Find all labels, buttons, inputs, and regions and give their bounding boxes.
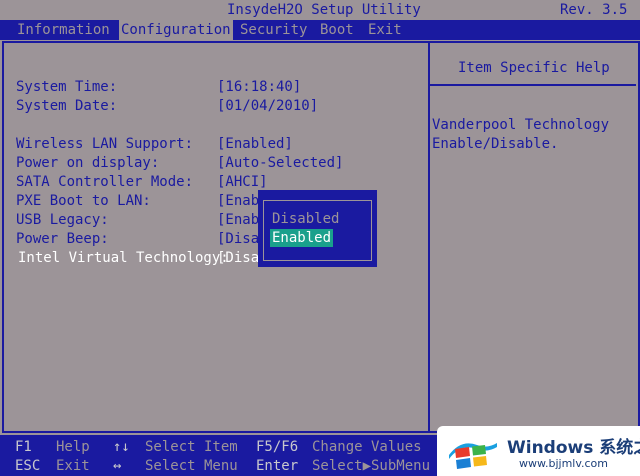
key-f5-f6: F5/F6	[256, 439, 299, 455]
setting-value[interactable]: [Disa	[217, 249, 259, 268]
setting-value[interactable]: [Enabled]	[217, 135, 293, 154]
help-header: Item Specific Help	[458, 60, 610, 76]
help-separator	[430, 84, 636, 86]
popup-option-disabled[interactable]: Disabled	[270, 210, 341, 228]
windows-logo-icon	[449, 443, 497, 469]
setting-label: System Time:	[16, 79, 118, 95]
setting-label: Intel Virtual Technology:	[18, 250, 229, 266]
setting-label: Wireless LAN Support:	[16, 136, 194, 152]
setting-value[interactable]: [Disa	[217, 230, 259, 249]
setting-label: System Date:	[16, 98, 118, 114]
setting-label: Power on display:	[16, 155, 160, 171]
key-desc: Select▶SubMenu	[312, 458, 431, 474]
setting-label: USB Legacy:	[16, 212, 109, 228]
tab-boot[interactable]: Boot	[318, 20, 356, 40]
watermark: Windows 系统之家 www.bjjmlv.com	[437, 426, 640, 476]
key-left-right: ↔	[113, 458, 122, 474]
setting-value[interactable]: [16:18:40]	[217, 78, 301, 97]
tab-configuration[interactable]: Configuration	[119, 20, 233, 40]
popup-option-enabled[interactable]: Enabled	[270, 229, 334, 247]
setting-value[interactable]: [Enab	[217, 192, 259, 211]
key-desc: Change Values	[312, 439, 422, 455]
key-desc: Select Menu	[145, 458, 238, 474]
setting-value[interactable]: [Enab	[217, 211, 259, 230]
setting-label: PXE Boot to LAN:	[16, 193, 151, 209]
setting-label: SATA Controller Mode:	[16, 174, 194, 190]
tab-exit[interactable]: Exit	[366, 20, 404, 40]
watermark-url: www.bjjmlv.com	[519, 457, 608, 470]
setting-value[interactable]: [01/04/2010]	[217, 97, 318, 116]
key-desc: Exit	[56, 458, 90, 474]
help-text-line: Vanderpool Technology	[432, 117, 610, 133]
option-popup: Disabled Enabled	[258, 190, 377, 267]
tab-information[interactable]: Information	[15, 20, 112, 40]
key-esc: ESC	[15, 458, 41, 474]
help-divider	[428, 41, 430, 433]
key-f1: F1	[15, 439, 32, 455]
revision-label: Rev. 3.5	[560, 2, 628, 18]
watermark-title: Windows 系统之家	[507, 438, 640, 458]
key-desc: Help	[56, 439, 90, 455]
key-enter: Enter	[256, 458, 299, 474]
app-title: InsydeH2O Setup Utility	[227, 2, 421, 18]
key-desc: Select Item	[145, 439, 238, 455]
menu-bar: Information Configuration Security Boot …	[0, 20, 640, 40]
tab-security[interactable]: Security	[238, 20, 309, 40]
setting-label: Power Beep:	[16, 231, 109, 247]
key-up-down: ↑↓	[113, 439, 130, 455]
title-bar: InsydeH2O Setup Utility Rev. 3.5	[0, 0, 640, 20]
setting-value[interactable]: [Auto-Selected]	[217, 154, 343, 173]
help-text-line: Enable/Disable.	[432, 136, 559, 152]
